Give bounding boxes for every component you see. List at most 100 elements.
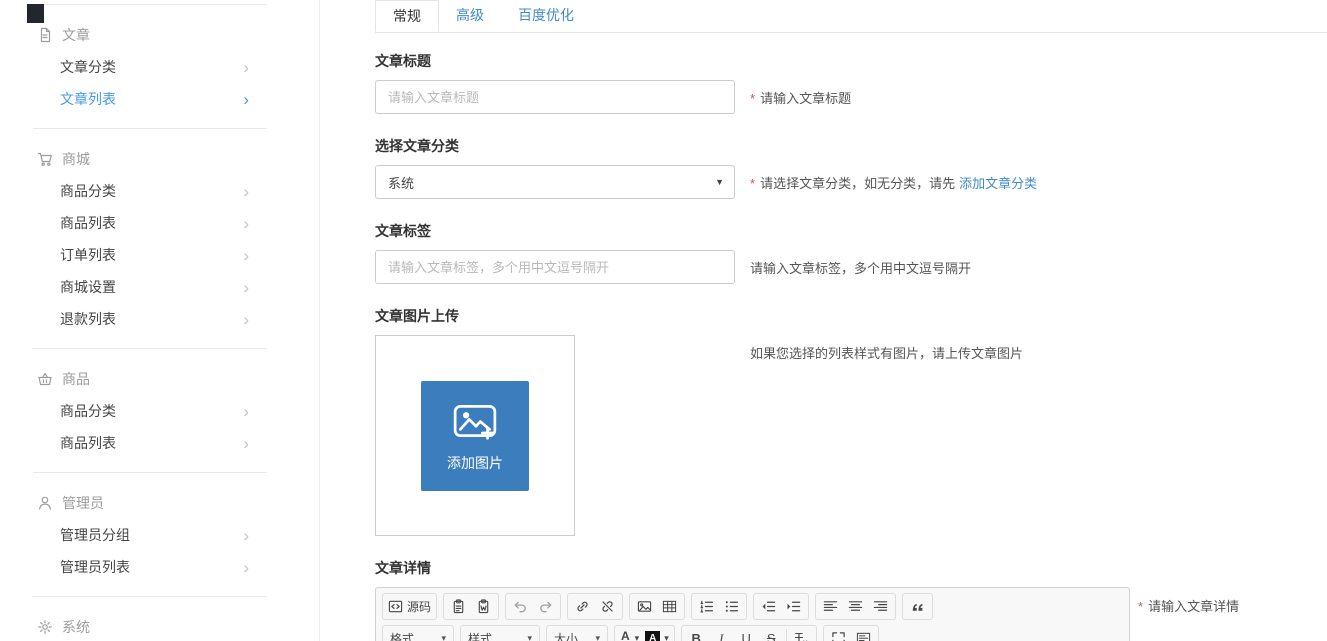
sidebar-section-goods-header[interactable]: 商品 — [0, 362, 319, 395]
chevron-right-icon: › — [243, 311, 249, 328]
size-dropdown[interactable]: 大小 ▾ — [546, 625, 608, 641]
sidebar-item-goods-list[interactable]: 商品列表 › — [0, 427, 319, 459]
source-button[interactable]: 源码 — [385, 595, 434, 618]
article-title-label: 文章标题 — [375, 51, 1327, 71]
document-icon — [37, 27, 53, 43]
article-category-selected-value: 系统 — [388, 173, 414, 192]
insert-table-button[interactable] — [657, 595, 682, 618]
remove-format-button[interactable]: Tx — [789, 627, 814, 641]
sidebar-section-admin: 管理员 管理员分组 › 管理员列表 › — [0, 486, 319, 583]
size-dropdown-label: 大小 — [554, 630, 578, 641]
ordered-list-icon — [699, 599, 714, 614]
add-image-button[interactable]: 添加图片 — [421, 381, 529, 491]
sidebar-section-label: 管理员 — [62, 493, 104, 513]
outdent-button[interactable] — [756, 595, 781, 618]
align-left-button[interactable] — [818, 595, 843, 618]
blockquote-button[interactable] — [905, 595, 930, 618]
tab-advanced[interactable]: 高级 — [439, 0, 501, 32]
main-content: 常规 高级 百度优化 文章标题 *请输入文章标题 选择文章分类 系统 — [321, 0, 1327, 641]
article-title-input[interactable] — [375, 80, 735, 114]
redo-button[interactable] — [533, 595, 558, 618]
paste-button[interactable] — [446, 595, 471, 618]
logo-mark — [27, 4, 44, 23]
sidebar-item-label: 商城设置 — [60, 277, 116, 297]
indent-button[interactable] — [781, 595, 806, 618]
link-button[interactable] — [570, 595, 595, 618]
required-mark: * — [750, 91, 755, 106]
field-article-tags: 文章标签 请输入文章标签，多个用中文逗号隔开 — [375, 221, 1327, 284]
ordered-list-button[interactable] — [694, 595, 719, 618]
unlink-icon — [600, 599, 615, 614]
paste-icon — [451, 599, 466, 614]
underline-icon: U — [742, 631, 751, 641]
sidebar-item-article-list[interactable]: 文章列表 › — [0, 83, 319, 115]
tab-baidu-seo[interactable]: 百度优化 — [501, 0, 591, 32]
show-blocks-icon — [856, 631, 871, 641]
field-article-image: 文章图片上传 添加图片 如果您选择的列表样式有图片，请上传文章图片 — [375, 306, 1327, 536]
sidebar-section-article-header[interactable]: 文章 — [0, 18, 319, 51]
toolbar-group-links — [567, 593, 623, 620]
undo-icon — [513, 599, 528, 614]
align-center-button[interactable] — [843, 595, 868, 618]
italic-button[interactable]: I — [709, 627, 734, 641]
align-right-button[interactable] — [868, 595, 893, 618]
editor-toolbar-row-1: 源码 — [376, 588, 1129, 620]
toolbar-group-colors: A ▾ A ▾ — [614, 625, 675, 641]
unordered-list-button[interactable] — [719, 595, 744, 618]
undo-button[interactable] — [508, 595, 533, 618]
paste-from-word-button[interactable] — [471, 595, 496, 618]
sidebar: 文章 文章分类 › 文章列表 › 商城 商品分类 › 商品列表 › 订单列表 › — [0, 0, 320, 641]
article-form: 文章标题 *请输入文章标题 选择文章分类 系统 ▼ — [375, 33, 1327, 641]
strikethrough-icon: S — [767, 631, 776, 641]
sidebar-item-admin-list[interactable]: 管理员列表 › — [0, 551, 319, 583]
maximize-icon — [831, 631, 846, 641]
toolbar-group-indent — [753, 593, 809, 620]
tab-general[interactable]: 常规 — [375, 0, 439, 32]
sidebar-item-label: 商品列表 — [60, 213, 116, 233]
sidebar-section-system-header[interactable]: 系统 — [0, 610, 319, 641]
sidebar-item-mall-order-list[interactable]: 订单列表 › — [0, 239, 319, 271]
format-dropdown[interactable]: 格式 ▾ — [382, 625, 454, 641]
source-button-label: 源码 — [407, 598, 431, 615]
sidebar-item-mall-settings[interactable]: 商城设置 › — [0, 271, 319, 303]
sidebar-section-goods: 商品 商品分类 › 商品列表 › — [0, 362, 319, 459]
article-tags-label: 文章标签 — [375, 221, 1327, 241]
sidebar-item-label: 商品分类 — [60, 401, 116, 421]
toolbar-group-clipboard — [443, 593, 499, 620]
sidebar-item-admin-group[interactable]: 管理员分组 › — [0, 519, 319, 551]
chevron-right-icon: › — [243, 91, 249, 108]
toolbar-group-lists — [691, 593, 747, 620]
outdent-icon — [761, 599, 776, 614]
select-arrow-icon: ▼ — [715, 177, 724, 187]
text-color-button[interactable]: A ▾ — [617, 627, 642, 641]
maximize-button[interactable] — [826, 627, 851, 641]
underline-button[interactable]: U — [734, 627, 759, 641]
show-blocks-button[interactable] — [851, 627, 876, 641]
cart-icon — [37, 151, 53, 167]
bold-button[interactable]: B — [684, 627, 709, 641]
redo-icon — [538, 599, 553, 614]
editor-toolbar-row-2: 格式 ▾ 样式 ▾ 大小 ▾ — [376, 620, 1129, 641]
strikethrough-button[interactable]: S — [759, 627, 784, 641]
insert-image-button[interactable] — [632, 595, 657, 618]
article-category-select[interactable]: 系统 ▼ — [375, 165, 735, 199]
article-detail-hint: *请输入文章详情 — [1138, 587, 1239, 615]
background-color-button[interactable]: A ▾ — [642, 627, 672, 641]
sidebar-item-mall-goods-category[interactable]: 商品分类 › — [0, 175, 319, 207]
sidebar-item-mall-refund-list[interactable]: 退款列表 › — [0, 303, 319, 335]
chevron-down-icon: ▾ — [635, 633, 640, 641]
rich-text-editor: 源码 — [375, 587, 1130, 641]
sidebar-section-admin-header[interactable]: 管理员 — [0, 486, 319, 519]
toolbar-group-tools — [823, 625, 879, 641]
chevron-right-icon: › — [243, 559, 249, 576]
style-dropdown[interactable]: 样式 ▾ — [460, 625, 540, 641]
add-article-category-link[interactable]: 添加文章分类 — [959, 176, 1037, 191]
sidebar-item-mall-goods-list[interactable]: 商品列表 › — [0, 207, 319, 239]
source-icon — [388, 599, 403, 614]
article-tags-input[interactable] — [375, 250, 735, 284]
sidebar-item-article-category[interactable]: 文章分类 › — [0, 51, 319, 83]
sidebar-item-goods-category[interactable]: 商品分类 › — [0, 395, 319, 427]
sidebar-section-mall-header[interactable]: 商城 — [0, 142, 319, 175]
article-category-label: 选择文章分类 — [375, 136, 1327, 156]
unlink-button[interactable] — [595, 595, 620, 618]
